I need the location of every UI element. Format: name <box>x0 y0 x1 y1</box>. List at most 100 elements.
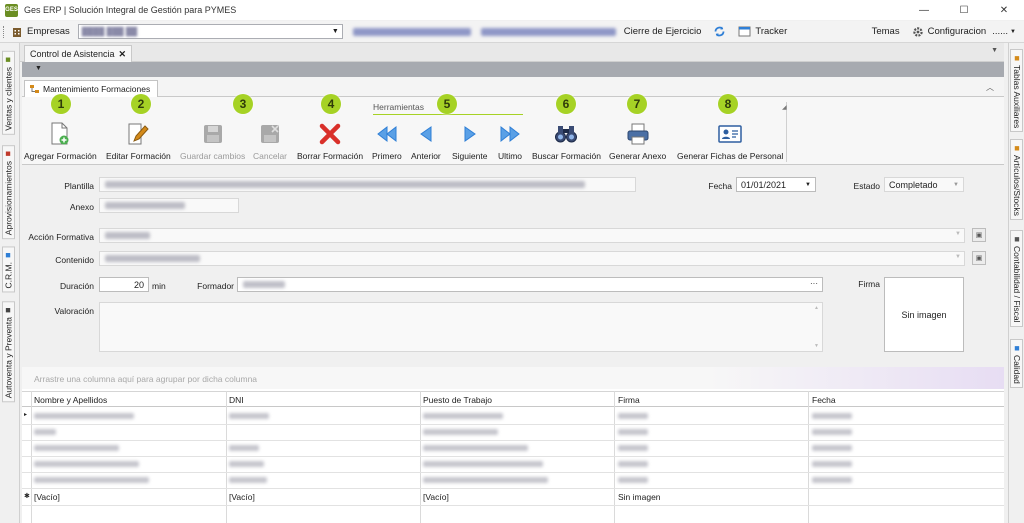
table-row[interactable] <box>22 472 1004 488</box>
cierre-ejercicio-label: Cierre de Ejercicio <box>623 26 702 37</box>
next-record-icon <box>464 126 476 142</box>
column-header-firma[interactable]: Firma <box>618 395 640 405</box>
collapse-strip[interactable]: ▼ <box>22 62 1004 77</box>
configuracion-menu[interactable]: Configuracion <box>912 26 986 38</box>
menu-bar: Empresas ████ ███ ██ ▼ Cierre de Ejercic… <box>0 21 1024 43</box>
chevron-down-icon[interactable]: ▼ <box>35 65 42 72</box>
printer-icon <box>627 123 649 145</box>
empresa-select[interactable]: ████ ███ ██ ▼ <box>77 24 343 39</box>
column-header-fecha[interactable]: Fecha <box>812 395 836 405</box>
new-row-marker: ✱ <box>24 493 30 500</box>
document-tabs: Control de Asistencia ✕ ▼ <box>20 43 1004 62</box>
tabs-dropdown-icon[interactable]: ▼ <box>991 47 998 54</box>
valoracion-textarea[interactable]: ▲ ▼ <box>99 302 823 352</box>
cancelar-button[interactable]: Cancelar <box>253 122 287 161</box>
tracker-menu[interactable]: Tracker <box>738 26 787 37</box>
button-label: Siguiente <box>452 151 488 161</box>
step-badge-2: 2 <box>131 94 151 114</box>
sidebar-tab-ventas[interactable]: Ventas y clientes ■ <box>2 51 15 135</box>
generar-anexo-button[interactable]: Generar Anexo <box>609 122 666 161</box>
generar-fichas-button[interactable]: Generar Fichas de Personal <box>677 122 783 161</box>
accion-formativa-field[interactable]: ▼ <box>99 228 965 243</box>
table-row[interactable] <box>22 424 1004 440</box>
primero-button[interactable]: Primero <box>372 122 402 161</box>
duracion-input[interactable]: 20 <box>99 277 149 292</box>
anexo-label: Anexo <box>69 202 94 212</box>
estado-select[interactable]: Completado ▼ <box>884 177 964 192</box>
column-header-puesto[interactable]: Puesto de Trabajo <box>423 395 492 405</box>
refresh-button[interactable] <box>713 25 726 38</box>
maximize-button[interactable]: ☐ <box>944 0 984 20</box>
guardar-cambios-button[interactable]: Guardar cambios <box>180 122 245 161</box>
step-badge-7: 7 <box>627 94 647 114</box>
cierre-ejercicio-menu[interactable]: Cierre de Ejercicio <box>624 26 702 37</box>
group-by-hint: Arrastre una columna aquí para agrupar p… <box>34 374 258 384</box>
buscar-formacion-button[interactable]: Buscar Formación <box>532 122 601 161</box>
sidebar-tab-articulos[interactable]: ■ Artículos/Stocks <box>1010 139 1023 220</box>
close-icon[interactable]: ✕ <box>118 49 126 60</box>
column-header-nombre[interactable]: Nombre y Apellidos <box>34 395 107 405</box>
accion-lookup-button[interactable]: ▣ <box>972 228 986 242</box>
redacted-value <box>243 281 285 288</box>
step-badge-5: 5 <box>437 94 457 114</box>
sidebar-tab-label: Tablas Auxiliares <box>1011 65 1022 129</box>
table-icon: ■ <box>1012 53 1022 63</box>
tab-label: Control de Asistencia <box>30 49 115 59</box>
fecha-date-picker[interactable]: 01/01/2021 ▼ <box>736 177 816 192</box>
anexo-field[interactable] <box>99 198 239 213</box>
group-by-panel[interactable]: Arrastre una columna aquí para agrupar p… <box>22 367 1004 389</box>
siguiente-button[interactable]: Siguiente <box>452 122 487 161</box>
new-row[interactable]: ✱ [Vacío] [Vacío] [Vacío] Sin imagen <box>22 489 1004 505</box>
sidebar-tab-contabilidad[interactable]: ■ Contabilidad / Fiscal <box>1010 230 1023 327</box>
anterior-button[interactable]: Anterior <box>411 122 441 161</box>
column-header-dni[interactable]: DNI <box>229 395 244 405</box>
title-bar: GES Ges ERP | Solución Integral de Gesti… <box>0 0 1024 20</box>
new-row-dni[interactable]: [Vacío] <box>229 492 255 502</box>
button-label: Generar Fichas de Personal <box>677 151 784 161</box>
step-badge-8: 8 <box>718 94 738 114</box>
firma-label: Firma <box>858 279 880 289</box>
save-icon <box>203 125 222 143</box>
fecha-label: Fecha <box>708 181 732 191</box>
agregar-formacion-button[interactable]: Agregar Formación <box>24 122 97 161</box>
sidebar-tab-aprovisionamientos[interactable]: Aprovisionamientos ■ <box>2 145 15 240</box>
sidebar-tab-label: C.R.M. <box>3 262 14 289</box>
borrar-formacion-button[interactable]: Borrar Formación <box>297 122 363 161</box>
close-window-button[interactable]: ✕ <box>984 0 1024 20</box>
table-row[interactable] <box>22 456 1004 472</box>
empresas-menu[interactable]: Empresas <box>11 26 70 38</box>
ribbon-group-label: Herramientas <box>373 102 425 112</box>
estado-value: Completado <box>889 179 938 190</box>
table-row[interactable] <box>22 440 1004 456</box>
table-row[interactable]: ▸ <box>22 408 1004 424</box>
temas-menu[interactable]: Temas <box>872 26 900 37</box>
binoculars-icon <box>555 126 578 143</box>
new-row-nombre[interactable]: [Vacío] <box>34 492 60 502</box>
formador-more-button[interactable]: ··· <box>810 279 818 288</box>
scroll-up-icon[interactable]: ▲ <box>814 305 819 311</box>
minimize-button[interactable]: — <box>904 0 944 20</box>
more-menu[interactable]: ...... ▼ <box>992 26 1016 37</box>
tab-control-asistencia[interactable]: Control de Asistencia ✕ <box>24 45 132 62</box>
sidebar-tab-crm[interactable]: C.R.M. ■ <box>2 246 15 293</box>
editar-formacion-button[interactable]: Editar Formación <box>106 122 171 161</box>
contenido-lookup-button[interactable]: ▣ <box>972 251 986 265</box>
plantilla-field[interactable] <box>99 177 636 192</box>
ultimo-button[interactable]: Ultimo <box>497 122 523 161</box>
contenido-field[interactable]: ▼ <box>99 251 965 266</box>
new-row-firma[interactable]: Sin imagen <box>618 492 661 502</box>
scroll-down-icon[interactable]: ▼ <box>814 343 819 349</box>
sidebar-tab-calidad[interactable]: ■ Calidad <box>1010 339 1023 388</box>
window-title: Ges ERP | Solución Integral de Gestión p… <box>24 5 237 15</box>
redacted-value <box>105 255 200 262</box>
grid-header: Nombre y Apellidos DNI Puesto de Trabajo… <box>22 391 1004 407</box>
ribbon-expand-icon[interactable]: ◢ <box>782 104 787 111</box>
new-row-puesto[interactable]: [Vacío] <box>423 492 449 502</box>
firma-image-box[interactable]: Sin imagen <box>884 277 964 352</box>
collapse-up-icon[interactable]: ︿ <box>986 82 994 93</box>
firma-placeholder: Sin imagen <box>901 309 947 320</box>
redacted-value <box>105 202 185 209</box>
sidebar-tab-tablas-auxiliares[interactable]: ■ Tablas Auxiliares <box>1010 49 1023 133</box>
formador-field[interactable]: ··· <box>237 277 823 292</box>
sidebar-tab-autoventa[interactable]: Autoventa y Preventa ■ <box>2 301 15 403</box>
